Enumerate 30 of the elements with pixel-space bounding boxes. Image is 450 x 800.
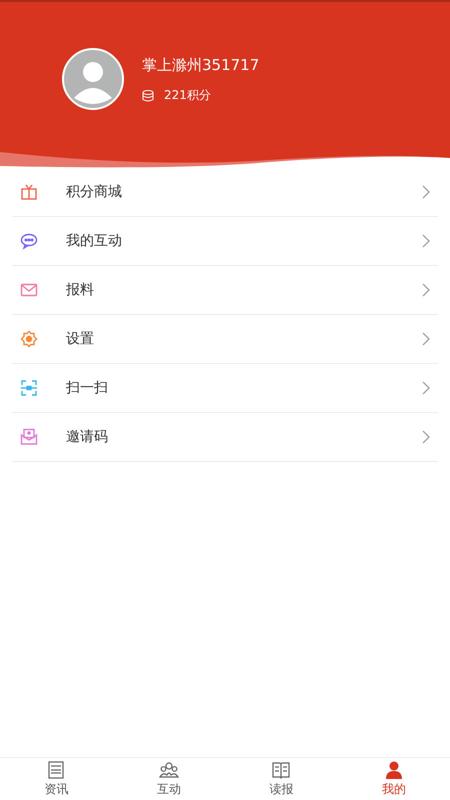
chevron-right-icon [422,283,430,297]
menu-item[interactable]: 设置 [12,315,438,364]
points-count: 221积分 [164,87,211,104]
open-book-icon [271,760,292,778]
newspaper-icon [46,760,66,778]
mail-icon [20,281,38,299]
tab[interactable]: 资讯 [0,758,112,800]
chevron-right-icon [422,332,430,346]
scan-icon [20,379,38,397]
tab[interactable]: 我的 [338,758,450,800]
person-icon [384,760,404,778]
tab[interactable]: 读报 [225,758,338,800]
chevron-right-icon [422,234,430,248]
menu-item[interactable]: 报料 [12,266,438,315]
chevron-right-icon [422,381,430,395]
coins-icon [142,90,154,102]
chevron-right-icon [422,430,430,444]
chevron-right-icon [422,185,430,199]
gift-icon [20,183,38,201]
settings-icon [20,330,38,348]
people-icon [158,760,179,778]
user-name: 掌上滁州351717 [142,56,260,75]
menu-item[interactable]: 扫一扫 [12,364,438,413]
chat-bubble-icon [20,232,38,250]
invite-envelope-icon [20,428,38,446]
avatar [62,48,124,110]
menu-item[interactable]: 邀请码 [12,413,438,462]
menu-item[interactable]: 积分商城 [12,168,438,217]
tab[interactable]: 互动 [112,758,225,800]
menu-item[interactable]: 我的互动 [12,217,438,266]
